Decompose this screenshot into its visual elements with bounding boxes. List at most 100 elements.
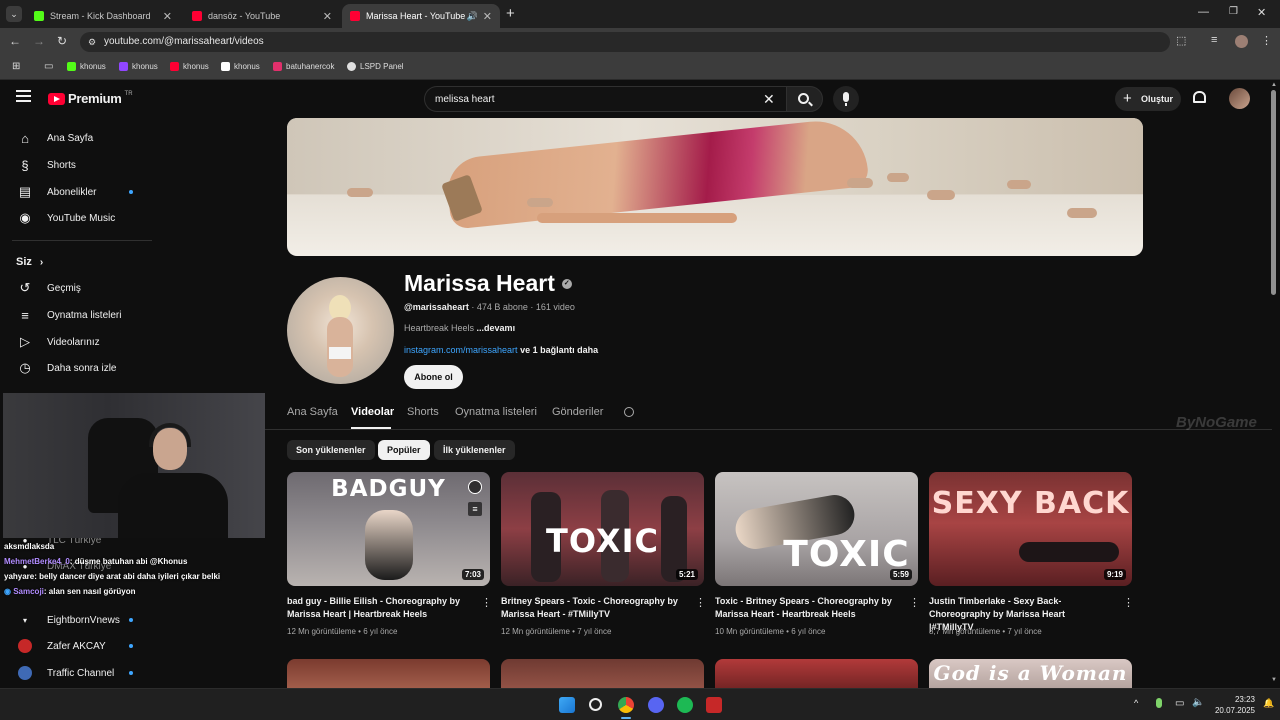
sidebar-item-history[interactable]: ↺ Geçmiş <box>0 275 150 301</box>
site-info-icon[interactable]: ⚙ <box>88 32 96 52</box>
watch-later-icon[interactable] <box>468 480 482 494</box>
video-thumbnail[interactable] <box>287 659 490 688</box>
bookmark-batuhanercok[interactable]: batuhanercok <box>273 62 334 71</box>
hamburger-menu-icon[interactable] <box>16 90 31 102</box>
forward-icon[interactable]: → <box>33 34 45 48</box>
sidebar-sub-traffic-channel[interactable]: Traffic Channel <box>0 660 150 686</box>
close-window-icon[interactable]: ✕ <box>1257 6 1266 19</box>
scroll-up-icon[interactable]: ▲ <box>1271 82 1277 88</box>
bookmark-khonus-twitch[interactable]: khonus <box>119 62 158 71</box>
tab-shorts[interactable]: Shorts <box>407 406 439 418</box>
tab-posts[interactable]: Gönderiler <box>552 406 603 418</box>
sidebar-item-shorts[interactable]: § Shorts <box>0 152 150 178</box>
sidebar-sub-zafer-akcay[interactable]: Zafer AKCAY <box>0 633 150 659</box>
notifications-bell-icon[interactable] <box>1193 91 1206 103</box>
volume-icon[interactable]: 🔈 <box>1192 697 1204 708</box>
video-title[interactable]: bad guy - Billie Eilish - Choreography b… <box>287 595 467 621</box>
clear-search-icon[interactable]: ✕ <box>763 91 775 108</box>
search-button[interactable] <box>786 86 823 112</box>
folder-icon[interactable]: ▭ <box>44 61 53 72</box>
bookmark-khonus-youtube[interactable]: khonus <box>170 62 209 71</box>
microphone-tray-icon[interactable] <box>1156 698 1162 708</box>
tab-search-button[interactable]: ⌄ <box>6 6 22 22</box>
show-more-link[interactable]: ...devamı <box>477 323 516 333</box>
video-title[interactable]: Toxic - Britney Spears - Choreography by… <box>715 595 895 621</box>
page-scrollbar-thumb[interactable] <box>1271 90 1276 295</box>
subscribe-button[interactable]: Abone ol <box>404 365 463 389</box>
video-thumbnail[interactable]: TOXIC 5:59 <box>715 472 918 586</box>
show-hidden-icons[interactable]: ^ <box>1134 698 1138 708</box>
discord-icon[interactable] <box>648 697 664 713</box>
video-thumbnail[interactable]: God is a Woman <box>929 659 1132 688</box>
apps-icon[interactable]: ⊞ <box>12 61 20 72</box>
video-menu-icon[interactable]: ⋮ <box>909 596 920 609</box>
sidebar-item-label: Zafer AKCAY <box>47 640 106 652</box>
video-menu-icon[interactable]: ⋮ <box>695 596 706 609</box>
sidebar-item-watch-later[interactable]: ◷ Daha sonra izle <box>0 355 150 381</box>
tab-videos[interactable]: Videolar <box>351 406 394 418</box>
spotify-icon[interactable] <box>677 697 693 713</box>
start-windows-icon[interactable] <box>559 697 575 713</box>
new-tab-button[interactable]: + <box>506 5 515 22</box>
more-links[interactable]: ve 1 bağlantı daha <box>520 345 598 355</box>
reading-list-icon[interactable]: ≡ <box>1211 34 1217 46</box>
browser-menu-icon[interactable]: ⋮ <box>1261 34 1272 47</box>
close-tab-icon[interactable]: ✕ <box>163 10 172 23</box>
tab-kick-dashboard[interactable]: Stream - Kick Dashboard ✕ <box>26 4 180 28</box>
restore-icon[interactable]: ❐ <box>1229 6 1238 17</box>
sidebar-item-home[interactable]: ⌂ Ana Sayfa <box>0 125 150 151</box>
channel-search-icon[interactable] <box>624 407 634 417</box>
youtube-logo[interactable]: Premium TR <box>48 91 133 106</box>
app-red-icon[interactable] <box>706 697 722 713</box>
network-icon[interactable]: ▭ <box>1175 698 1184 709</box>
search-box[interactable]: melissa heart ✕ <box>424 86 786 112</box>
chip-latest[interactable]: Son yüklenenler <box>287 440 375 460</box>
speaker-icon[interactable]: 🔊 <box>467 11 478 22</box>
sidebar-item-subscriptions[interactable]: ▤ Abonelikler <box>0 179 150 205</box>
video-thumbnail[interactable]: SEXY BACK 9:19 <box>929 472 1132 586</box>
chip-oldest[interactable]: İlk yüklenenler <box>434 440 515 460</box>
chrome-icon[interactable] <box>618 697 634 713</box>
sidebar-sub-eightbornv[interactable]: ▾ EightbornVnews <box>0 607 150 633</box>
bookmark-khonus-x[interactable]: khonus <box>221 62 260 71</box>
address-bar[interactable]: ⚙ youtube.com/@marissaheart/videos <box>80 32 1170 52</box>
sidebar-item-playlists[interactable]: ≡ Oynatma listeleri <box>0 302 150 328</box>
minimize-icon[interactable]: — <box>1198 6 1209 18</box>
video-thumbnail[interactable] <box>501 659 704 688</box>
search-input[interactable]: melissa heart <box>435 94 494 105</box>
tab-marissa-heart-youtube[interactable]: Marissa Heart - YouTube 🔊 ✕ <box>342 4 500 28</box>
sidebar-item-youtube-music[interactable]: ◉ YouTube Music <box>0 205 150 231</box>
bookmark-khonus-kick[interactable]: khonus <box>67 62 106 71</box>
instagram-link[interactable]: instagram.com/marissaheart <box>404 345 518 355</box>
back-icon[interactable]: ← <box>9 34 21 48</box>
scroll-down-icon[interactable]: ▼ <box>1271 677 1277 683</box>
search-icon[interactable] <box>589 698 602 711</box>
chip-popular[interactable]: Popüler <box>378 440 430 460</box>
video-thumbnail[interactable]: BADGUY ≡ 7:03 <box>287 472 490 586</box>
sidebar-item-label: Geçmiş <box>47 282 81 294</box>
tab-home[interactable]: Ana Sayfa <box>287 406 338 418</box>
video-title[interactable]: Britney Spears - Toxic - Choreography by… <box>501 595 681 621</box>
video-menu-icon[interactable]: ⋮ <box>1123 596 1134 609</box>
video-thumbnail[interactable]: TOXIC 5:21 <box>501 472 704 586</box>
sidebar-item-your-videos[interactable]: ▷ Videolarınız <box>0 329 150 355</box>
voice-search-button[interactable] <box>833 86 859 112</box>
video-thumbnail[interactable] <box>715 659 918 688</box>
channel-description[interactable]: Heartbreak Heels ...devamı <box>404 323 515 333</box>
add-to-queue-icon[interactable]: ≡ <box>468 502 482 516</box>
account-avatar[interactable] <box>1229 88 1250 109</box>
close-tab-icon[interactable]: ✕ <box>483 10 492 23</box>
create-button[interactable]: + Oluştur <box>1115 87 1181 111</box>
notification-center-icon[interactable]: 🔔 <box>1263 698 1274 709</box>
close-tab-icon[interactable]: ✕ <box>323 10 332 23</box>
video-metadata: 12 Mn görüntüleme • 6 yıl önce <box>287 627 398 636</box>
tab-playlists[interactable]: Oynatma listeleri <box>455 406 537 418</box>
video-menu-icon[interactable]: ⋮ <box>481 596 492 609</box>
bookmark-lspd-panel[interactable]: LSPD Panel <box>347 62 404 71</box>
reload-icon[interactable]: ↻ <box>57 34 67 48</box>
tab-dansoz-youtube[interactable]: dansöz - YouTube ✕ <box>184 4 340 28</box>
profile-avatar[interactable] <box>1235 35 1248 48</box>
sidebar-you-header[interactable]: Siz › <box>0 249 150 275</box>
clock[interactable]: 23:23 20.07.2025 <box>1211 694 1255 716</box>
extensions-icon[interactable]: ⬚ <box>1176 34 1186 47</box>
